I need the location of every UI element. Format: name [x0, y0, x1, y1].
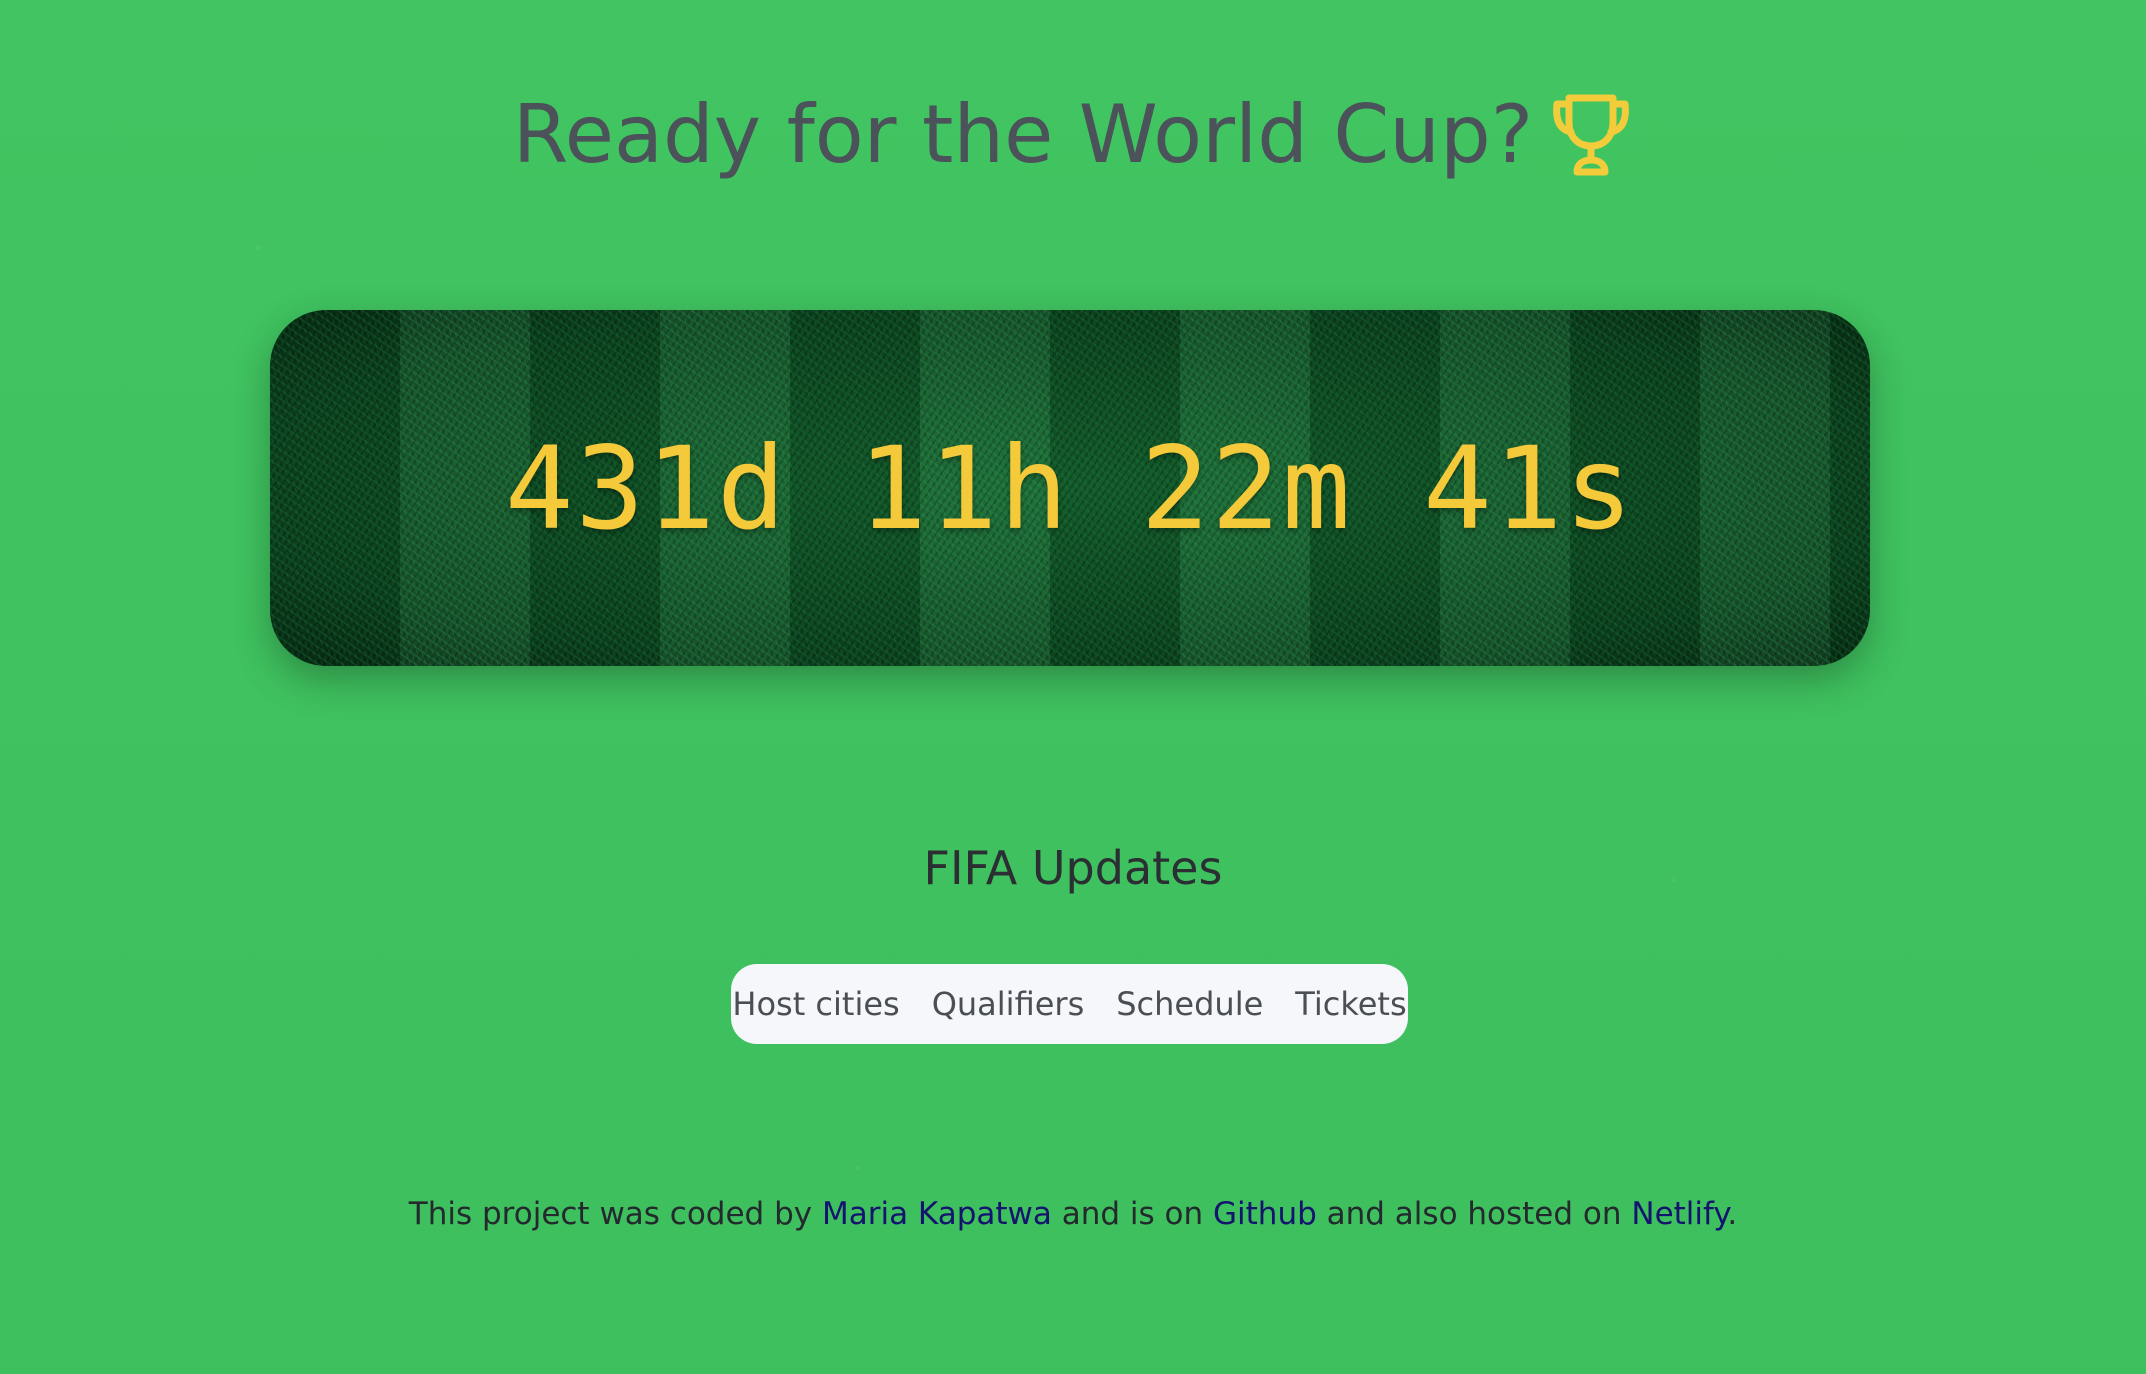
nav-link-host-cities[interactable]: Host cities: [716, 985, 915, 1023]
footer-text-intro: This project was coded by: [408, 1196, 822, 1232]
nav-link-qualifiers[interactable]: Qualifiers: [916, 985, 1101, 1023]
fifa-updates-heading: FIFA Updates: [923, 841, 1223, 895]
countdown-timer: 431d 11h 22m 41s: [504, 421, 1636, 555]
footer-text-netlify: and also hosted on: [1316, 1196, 1632, 1232]
trophy-icon: [1549, 92, 1633, 178]
countdown-card: 431d 11h 22m 41s: [270, 310, 1870, 666]
footer-text-end: .: [1727, 1196, 1738, 1232]
nav-link-tickets[interactable]: Tickets: [1279, 985, 1422, 1023]
author-link[interactable]: Maria Kapatwa: [822, 1196, 1052, 1232]
fifa-updates-nav: Host cities Qualifiers Schedule Tickets: [731, 964, 1408, 1044]
footer-text-github: and is on: [1051, 1196, 1214, 1232]
github-link[interactable]: Github: [1213, 1196, 1317, 1232]
netlify-link[interactable]: Netlify: [1631, 1196, 1727, 1232]
page-title-text: Ready for the World Cup?: [512, 88, 1534, 182]
footer: This project was coded by Maria Kapatwa …: [0, 1192, 2146, 1236]
nav-link-schedule[interactable]: Schedule: [1100, 985, 1279, 1023]
page-title: Ready for the World Cup?: [0, 80, 2146, 185]
